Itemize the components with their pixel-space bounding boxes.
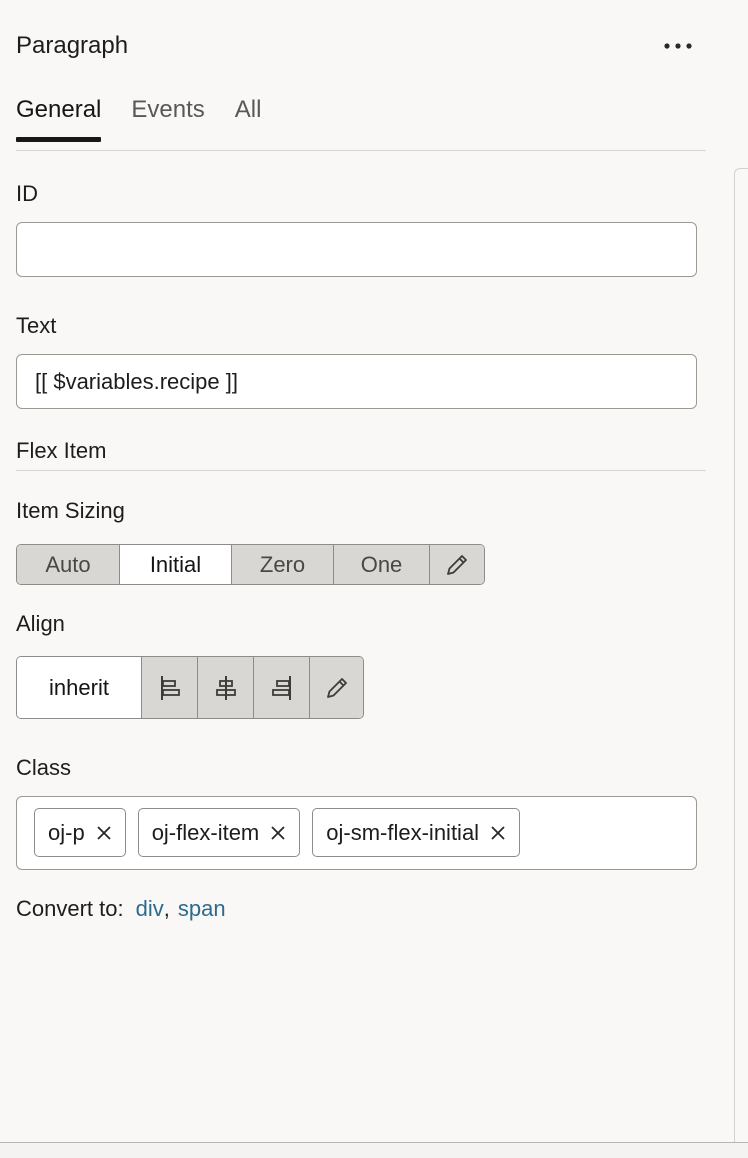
close-icon[interactable] [489,824,507,842]
tab-divider [16,150,706,151]
scrollbar[interactable] [734,168,748,1144]
convert-to-row: Convert to: div , span [16,896,226,922]
chip-label: oj-flex-item [151,819,260,845]
close-icon[interactable] [269,824,287,842]
panel-title: Paragraph [16,32,129,59]
convert-to-label: Convert to: [16,896,124,921]
sizing-one-button[interactable]: One [334,545,430,584]
text-label: Text [16,313,57,338]
id-label: ID [16,181,38,206]
align-center-button[interactable] [198,657,254,718]
align-inherit-button[interactable]: inherit [17,657,142,718]
class-label: Class [16,755,72,780]
class-input[interactable]: oj-p oj-flex-item oj-sm-flex-initial [16,796,697,870]
more-horizontal-icon [664,43,692,49]
align-center-icon [215,675,236,700]
align-start-icon [160,675,180,700]
pencil-icon [326,677,347,698]
tab-events[interactable]: Events [131,96,204,142]
tab-bar: General Events All [16,96,291,142]
convert-div-link[interactable]: div [136,896,164,922]
align-end-icon [271,675,291,700]
sizing-auto-button[interactable]: Auto [17,545,120,584]
class-chip: oj-sm-flex-initial [312,808,521,857]
align-label: Align [16,611,65,636]
section-divider [16,470,706,471]
class-chip: oj-flex-item [137,808,301,857]
sizing-edit-button[interactable] [430,545,484,584]
align-segmented: inherit [16,656,364,719]
id-input[interactable] [16,222,697,277]
pencil-icon [447,554,467,575]
close-icon[interactable] [95,824,113,842]
panel-footer-border [0,1142,748,1158]
tab-all[interactable]: All [235,96,262,142]
item-sizing-segmented: Auto Initial Zero One [16,544,485,585]
align-end-button[interactable] [254,657,310,718]
sizing-zero-button[interactable]: Zero [232,545,334,584]
tab-general[interactable]: General [16,96,102,142]
flex-item-section-title: Flex Item [16,438,107,463]
align-edit-button[interactable] [310,657,363,718]
more-options-button[interactable] [660,32,696,60]
chip-label: oj-p [48,819,85,845]
item-sizing-label: Item Sizing [16,498,125,523]
properties-panel: Paragraph General Events All ID Text [[ … [0,0,748,1158]
class-chip: oj-p [34,808,126,857]
convert-span-link[interactable]: span [178,896,226,922]
link-separator: , [163,896,170,921]
text-input[interactable]: [[ $variables.recipe ]] [16,354,697,409]
sizing-initial-button[interactable]: Initial [120,545,232,584]
chip-label: oj-sm-flex-initial [326,819,480,845]
align-start-button[interactable] [142,657,198,718]
